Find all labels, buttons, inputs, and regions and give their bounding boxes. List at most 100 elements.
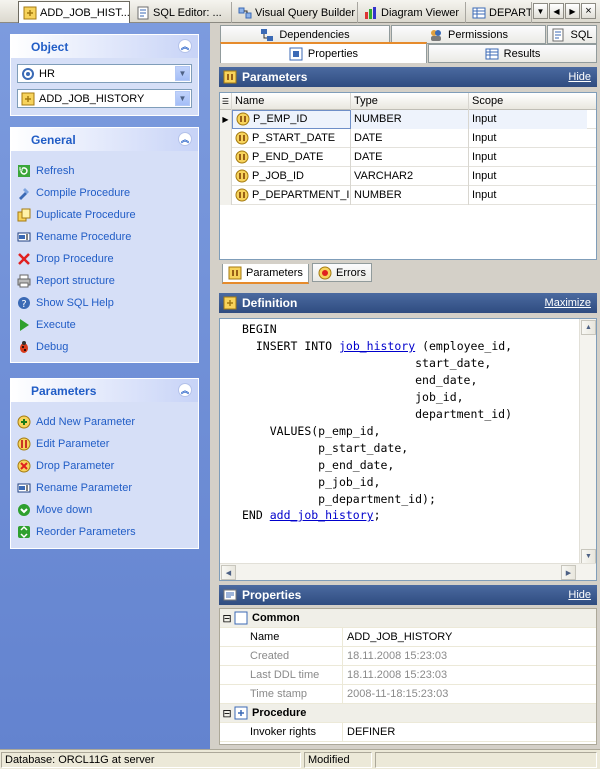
tab-sql[interactable]: SQL xyxy=(547,25,597,44)
column-header-name[interactable]: Name xyxy=(232,92,351,110)
param-scope-cell[interactable]: Input xyxy=(469,148,587,167)
parameters-section-header: Parameters Hide xyxy=(219,67,597,87)
tab-properties[interactable]: Properties xyxy=(220,42,427,63)
duplicate-procedure-link[interactable]: Duplicate Procedure xyxy=(11,204,198,226)
collapse-icon[interactable]: ⊟ xyxy=(220,612,234,625)
doc-tab-depart[interactable]: DEPART xyxy=(468,2,532,23)
general-panel-header[interactable]: General ︽ xyxy=(11,128,198,151)
hide-properties-link[interactable]: Hide xyxy=(568,589,591,601)
param-name-cell[interactable]: P_DEPARTMENT_ID xyxy=(232,185,351,205)
table-row[interactable]: P_DEPARTMENT_ID NUMBER Input xyxy=(220,185,596,205)
table-row[interactable]: P_JOB_ID VARCHAR2 Input xyxy=(220,166,596,186)
rename-parameter-link[interactable]: Rename Parameter xyxy=(11,477,198,499)
section-title: Parameters xyxy=(242,70,308,84)
move-down-link[interactable]: Move down xyxy=(11,499,198,521)
show-sql-help-link[interactable]: ? Show SQL Help xyxy=(11,292,198,314)
property-value[interactable]: ADD_JOB_HISTORY xyxy=(343,628,452,647)
scroll-right-button[interactable]: ▶ xyxy=(561,565,576,580)
tab-scroll-left-button[interactable]: ◀ xyxy=(549,3,564,19)
object-select[interactable]: ADD_JOB_HISTORY ▼ xyxy=(17,89,192,108)
report-structure-link[interactable]: Report structure xyxy=(11,270,198,292)
param-scope-cell[interactable]: Input xyxy=(469,167,587,186)
tab-parameters-grid[interactable]: Parameters xyxy=(222,264,309,284)
parameter-icon xyxy=(235,188,249,202)
add-new-parameter-link[interactable]: Add New Parameter xyxy=(11,411,198,433)
hide-parameters-link[interactable]: Hide xyxy=(568,71,591,83)
add-job-history-link[interactable]: add_job_history xyxy=(270,508,374,522)
category-procedure[interactable]: ⊟ Procedure xyxy=(220,704,596,723)
schema-select[interactable]: HR ▼ xyxy=(17,64,192,83)
tab-list-dropdown-button[interactable]: ▼ xyxy=(533,3,548,19)
doc-tab-sql-editor[interactable]: SQL Editor: ... xyxy=(132,2,232,23)
tab-results[interactable]: Results xyxy=(428,44,597,63)
reorder-parameters-link[interactable]: Reorder Parameters xyxy=(11,521,198,543)
property-value[interactable]: DEFINER xyxy=(343,723,395,742)
column-header-type[interactable]: Type xyxy=(351,92,469,110)
scroll-left-button[interactable]: ◀ xyxy=(221,565,236,580)
object-value: ADD_JOB_HISTORY xyxy=(39,92,145,105)
tab-errors[interactable]: Errors xyxy=(312,263,372,282)
category-common[interactable]: ⊟ Common xyxy=(220,609,596,628)
refresh-link[interactable]: Refresh xyxy=(11,160,198,182)
row-indicator xyxy=(220,166,232,186)
maximize-definition-link[interactable]: Maximize xyxy=(545,297,591,309)
rename-procedure-link[interactable]: Rename Procedure xyxy=(11,226,198,248)
drop-procedure-link[interactable]: Drop Procedure xyxy=(11,248,198,270)
doc-tab-visual-query-builder[interactable]: Visual Query Builder xyxy=(234,2,358,23)
doc-tab-add-job-history[interactable]: ADD_JOB_HIST... xyxy=(18,1,130,24)
grid-menu-icon[interactable]: ☰ xyxy=(220,92,232,110)
svg-text:?: ? xyxy=(21,299,26,310)
doc-tab-diagram-viewer[interactable]: Diagram Viewer xyxy=(360,2,466,23)
collapse-icon[interactable]: ︽ xyxy=(178,39,192,53)
tab-scroll-right-button[interactable]: ▶ xyxy=(565,3,580,19)
doc-tab-label: DEPART xyxy=(489,6,532,19)
link-label: Add New Parameter xyxy=(36,416,136,428)
code-horizontal-scrollbar[interactable]: ◀ ▶ xyxy=(220,563,596,580)
collapse-icon[interactable]: ︽ xyxy=(178,132,192,146)
property-row[interactable]: Invoker rights DEFINER xyxy=(220,722,596,742)
code-text[interactable]: BEGIN INSERT INTO job_history (employee_… xyxy=(220,319,596,524)
parameters-panel: Parameters ︽ Add New Parameter Edit Para… xyxy=(10,378,199,549)
definition-code-editor[interactable]: BEGIN INSERT INTO job_history (employee_… xyxy=(219,318,597,581)
param-scope-cell[interactable]: Input xyxy=(469,186,587,205)
code-values: VALUES xyxy=(269,423,312,438)
table-row[interactable]: P_END_DATE DATE Input xyxy=(220,147,596,167)
job-history-link[interactable]: job_history xyxy=(339,339,415,353)
chevron-down-icon[interactable]: ▼ xyxy=(175,66,190,81)
execute-link[interactable]: Execute xyxy=(11,314,198,336)
drop-parameter-link[interactable]: Drop Parameter xyxy=(11,455,198,477)
status-database: Database: ORCL11G at server xyxy=(1,751,301,768)
collapse-icon[interactable]: ︽ xyxy=(178,383,192,397)
table-row[interactable]: ▶ P_EMP_ID NUMBER Input xyxy=(220,109,596,129)
code-value: p_department_id); xyxy=(318,491,436,506)
link-label: Drop Procedure xyxy=(36,253,114,265)
debug-link[interactable]: Debug xyxy=(11,336,198,358)
param-scope-cell[interactable]: Input xyxy=(469,129,587,148)
close-tab-button[interactable]: × xyxy=(581,3,596,19)
parameters-panel-header[interactable]: Parameters ︽ xyxy=(11,379,198,402)
compile-procedure-link[interactable]: Compile Procedure xyxy=(11,182,198,204)
param-type-cell[interactable]: NUMBER xyxy=(351,109,469,129)
scroll-down-button[interactable]: ▼ xyxy=(581,549,596,564)
param-type-cell[interactable]: NUMBER xyxy=(351,185,469,205)
param-scope-cell[interactable]: Input xyxy=(469,109,587,129)
param-name-cell[interactable]: P_END_DATE xyxy=(232,147,351,167)
param-name-cell[interactable]: P_JOB_ID xyxy=(232,166,351,186)
param-type-cell[interactable]: DATE xyxy=(351,147,469,167)
errors-icon xyxy=(318,266,332,280)
param-name-cell[interactable]: P_START_DATE xyxy=(232,128,351,148)
table-row[interactable]: P_START_DATE DATE Input xyxy=(220,128,596,148)
param-name-cell[interactable]: P_EMP_ID xyxy=(232,109,351,129)
property-row[interactable]: Name ADD_JOB_HISTORY xyxy=(220,627,596,647)
scroll-up-button[interactable]: ▲ xyxy=(581,320,596,335)
param-type-cell[interactable]: DATE xyxy=(351,128,469,148)
edit-parameter-link[interactable]: Edit Parameter xyxy=(11,433,198,455)
code-vertical-scrollbar[interactable]: ▲ ▼ xyxy=(579,319,596,565)
collapse-icon[interactable]: ⊟ xyxy=(220,707,234,720)
property-name: Time stamp xyxy=(220,684,343,704)
chevron-down-icon[interactable]: ▼ xyxy=(175,91,190,106)
param-type-cell[interactable]: VARCHAR2 xyxy=(351,166,469,186)
object-panel-header[interactable]: Object ︽ xyxy=(11,35,198,58)
column-header-scope[interactable]: Scope xyxy=(469,93,587,110)
property-name: Invoker rights xyxy=(220,722,343,742)
